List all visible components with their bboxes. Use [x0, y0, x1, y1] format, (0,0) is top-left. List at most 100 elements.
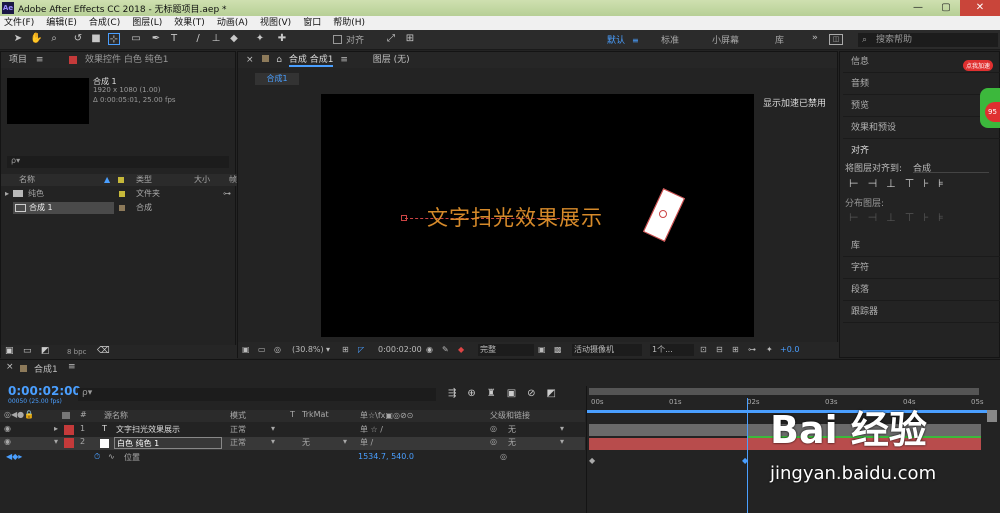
snapshot-icon[interactable]: ◉: [426, 342, 433, 358]
graph-icon[interactable]: ∿: [108, 452, 115, 461]
pen-tool-icon[interactable]: ✒: [150, 33, 162, 45]
tab-project[interactable]: 项目: [9, 55, 27, 65]
sort-icon[interactable]: ▲: [104, 174, 110, 186]
clone-stamp-tool-icon[interactable]: ⊥: [210, 33, 222, 45]
menu-help[interactable]: 帮助(H): [333, 16, 365, 30]
timeline-menu-icon[interactable]: ≡: [68, 362, 76, 372]
timeline-timecode[interactable]: 0:00:02:00: [8, 384, 81, 398]
region-of-interest-icon[interactable]: ▣: [538, 342, 546, 358]
distribute-buttons-row[interactable]: ⊢⊣⊥⊤⊦⊧: [849, 211, 953, 224]
zoom-dropdown-icon[interactable]: ▾: [326, 342, 330, 358]
workspace-menu-icon[interactable]: ≡: [632, 36, 639, 45]
timeline-icon[interactable]: ⊞: [732, 342, 739, 358]
info-panel-icon[interactable]: ◫: [829, 34, 843, 45]
layer-search-input[interactable]: ρ▾: [78, 388, 436, 401]
type-tool-icon[interactable]: T: [168, 33, 180, 45]
zoom-level[interactable]: (30.8%): [292, 342, 324, 358]
workspace-default[interactable]: 默认: [607, 33, 625, 46]
menu-composition[interactable]: 合成(C): [89, 16, 120, 30]
tab-effect-controls[interactable]: 效果控件 白色 纯色1: [85, 52, 168, 68]
col-mode[interactable]: 模式: [230, 410, 246, 421]
new-comp-icon[interactable]: ◩: [41, 346, 50, 356]
timeline-scroll-handle[interactable]: [987, 410, 997, 422]
project-search-input[interactable]: ρ▾: [7, 156, 229, 168]
col-name[interactable]: 名称: [19, 174, 35, 186]
keyframe-nav-icon[interactable]: ◀◆▸: [6, 452, 22, 461]
reset-exposure-icon[interactable]: ✦: [766, 342, 773, 358]
panel-preview[interactable]: 预览: [843, 95, 1000, 117]
table-row[interactable]: ◉ ▸ 1 T 文字扫光效果展示 正常 ▾ 单 ☆ / ◎ 无 ▾: [0, 424, 585, 436]
close-tab-icon[interactable]: ×: [246, 55, 254, 65]
minimize-button[interactable]: —: [904, 0, 932, 16]
stopwatch-icon[interactable]: ⏱: [94, 452, 100, 462]
expand-arrow-icon[interactable]: ▸: [54, 424, 58, 433]
visibility-icon[interactable]: ◉: [4, 437, 11, 446]
playhead[interactable]: [747, 398, 748, 513]
list-item[interactable]: ▸ 纯色 文件夹 ⊶: [1, 188, 237, 200]
collapse-arrow-icon[interactable]: ▾: [54, 437, 58, 446]
puppet-tool-icon[interactable]: ✚: [276, 33, 288, 45]
zoom-tool-icon[interactable]: ⌕: [48, 33, 60, 45]
work-area-bar[interactable]: [589, 388, 979, 395]
layer-name[interactable]: 白色 纯色 1: [114, 437, 222, 449]
workspace-library[interactable]: 库: [775, 33, 784, 46]
parent-dropdown-icon[interactable]: ▾: [560, 424, 564, 433]
align-checkbox[interactable]: [333, 35, 342, 44]
maximize-button[interactable]: ▢: [932, 0, 960, 16]
panel-effects-presets[interactable]: 效果和预设: [843, 117, 1000, 139]
property-value[interactable]: 1534.7, 540.0: [358, 452, 414, 461]
timeline-switch-icons[interactable]: ⇶⊕♜▣⊘◩: [448, 388, 567, 399]
col-type[interactable]: 类型: [136, 174, 152, 186]
menu-window[interactable]: 窗口: [303, 16, 321, 30]
layer-color-icon[interactable]: [64, 425, 74, 435]
pixel-aspect-icon[interactable]: ⊡: [700, 342, 707, 358]
menu-animation[interactable]: 动画(A): [217, 16, 248, 30]
current-time[interactable]: 0:00:02:00: [378, 342, 422, 358]
eraser-tool-icon[interactable]: ◆: [228, 33, 240, 45]
layer-color-icon[interactable]: [64, 438, 74, 448]
menu-file[interactable]: 文件(F): [4, 16, 34, 30]
panel-tracker[interactable]: 跟踪器: [843, 301, 1000, 323]
comp-subtab[interactable]: 合成1: [255, 73, 299, 85]
layer-mode[interactable]: 正常: [230, 424, 246, 435]
rectangle-tool-icon[interactable]: ▭: [130, 33, 142, 45]
col-trkmat[interactable]: TrkMat: [302, 410, 329, 419]
tab-layer[interactable]: 图层 (无): [373, 55, 410, 65]
close-tab-icon[interactable]: ×: [6, 362, 14, 372]
col-size[interactable]: 大小: [194, 174, 210, 186]
trkmat-dropdown-icon[interactable]: ▾: [343, 437, 347, 446]
menu-edit[interactable]: 编辑(E): [46, 16, 77, 30]
pickwhip-icon[interactable]: ◎: [490, 437, 497, 446]
safe-margins-icon[interactable]: ⊞: [342, 342, 349, 358]
layer-parent[interactable]: 无: [508, 424, 516, 435]
camera-select[interactable]: 活动摄像机: [572, 344, 642, 356]
layer-switches[interactable]: 单 /: [360, 437, 373, 448]
menu-view[interactable]: 视图(V): [260, 16, 291, 30]
mode-dropdown-icon[interactable]: ▾: [271, 437, 275, 446]
menu-layer[interactable]: 图层(L): [132, 16, 162, 30]
comp-viewer-canvas[interactable]: 文字扫光效果展示: [321, 94, 754, 337]
col-frame[interactable]: 帧: [229, 174, 237, 186]
views-select[interactable]: 1个...: [650, 344, 694, 356]
layer-mode[interactable]: 正常: [230, 437, 246, 448]
list-item[interactable]: 合成 1 合成: [1, 202, 237, 214]
layer-switches[interactable]: 单 ☆ /: [360, 424, 383, 435]
mode-dropdown-icon[interactable]: ▾: [271, 424, 275, 433]
flowchart-view-icon[interactable]: ⊶: [748, 342, 756, 358]
trash-icon[interactable]: ⌫: [97, 346, 110, 356]
anchor-point-icon[interactable]: [659, 210, 667, 218]
transparency-grid-icon[interactable]: ◸: [358, 342, 364, 358]
expand-arrow-icon[interactable]: ▸: [5, 188, 9, 200]
panel-character[interactable]: 字符: [843, 257, 1000, 279]
flowchart-icon[interactable]: ⊶: [223, 188, 231, 200]
close-button[interactable]: ✕: [960, 0, 1000, 16]
workspace-more-icon[interactable]: »: [812, 33, 818, 43]
align-to-select[interactable]: 合成: [913, 161, 989, 174]
roto-brush-tool-icon[interactable]: ✦: [254, 33, 266, 45]
workspace-standard[interactable]: 标准: [661, 33, 679, 46]
pickwhip-icon[interactable]: ◎: [490, 424, 497, 433]
align-buttons-row[interactable]: ⊢⊣⊥⊤⊦⊧: [849, 177, 953, 190]
new-folder-icon[interactable]: ▭: [23, 346, 32, 356]
workspace-small-screen[interactable]: 小屏幕: [712, 33, 739, 46]
col-source-name[interactable]: 源名称: [104, 410, 128, 421]
